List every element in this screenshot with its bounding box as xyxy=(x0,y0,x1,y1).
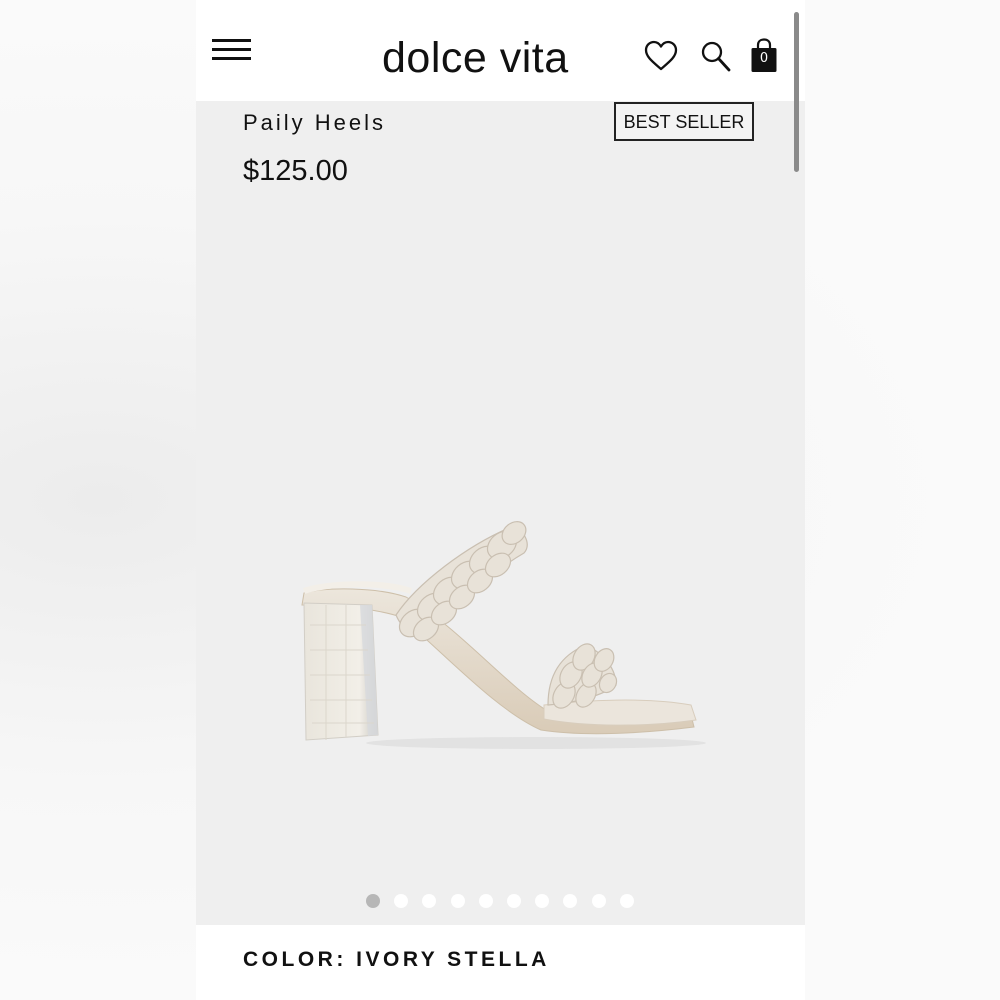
gallery-dot[interactable] xyxy=(563,894,578,908)
brand-logo[interactable]: dolce vita xyxy=(382,34,582,83)
product-price: $125.00 xyxy=(243,155,348,187)
product-title: Paily Heels xyxy=(243,110,387,135)
gallery-pagination xyxy=(366,894,656,910)
product-image[interactable] xyxy=(286,505,706,765)
best-seller-badge: BEST SELLER xyxy=(614,102,754,141)
search-icon[interactable] xyxy=(700,40,732,74)
gallery-dot[interactable] xyxy=(422,894,437,908)
gallery-dot[interactable] xyxy=(619,894,634,908)
gallery-dot[interactable] xyxy=(591,894,606,908)
product-page: dolce vita 0 Paily Heels BEST SELLER $12… xyxy=(196,0,805,1000)
color-label: COLOR: IVORY STELLA xyxy=(243,948,550,971)
gallery-dot[interactable] xyxy=(478,894,493,908)
gallery-dot[interactable] xyxy=(535,894,550,908)
color-section: COLOR: IVORY STELLA xyxy=(196,925,805,1000)
scrollbar[interactable] xyxy=(794,12,799,172)
gallery-dot[interactable] xyxy=(366,894,380,908)
menu-icon[interactable] xyxy=(212,38,252,64)
shopping-bag-icon[interactable]: 0 xyxy=(750,38,778,74)
gallery-dot[interactable] xyxy=(450,894,465,908)
heart-icon[interactable] xyxy=(644,40,678,72)
gallery-dot[interactable] xyxy=(507,894,521,908)
site-header: dolce vita 0 xyxy=(196,0,805,101)
gallery-dot[interactable] xyxy=(394,894,409,908)
cart-count: 0 xyxy=(759,51,769,66)
